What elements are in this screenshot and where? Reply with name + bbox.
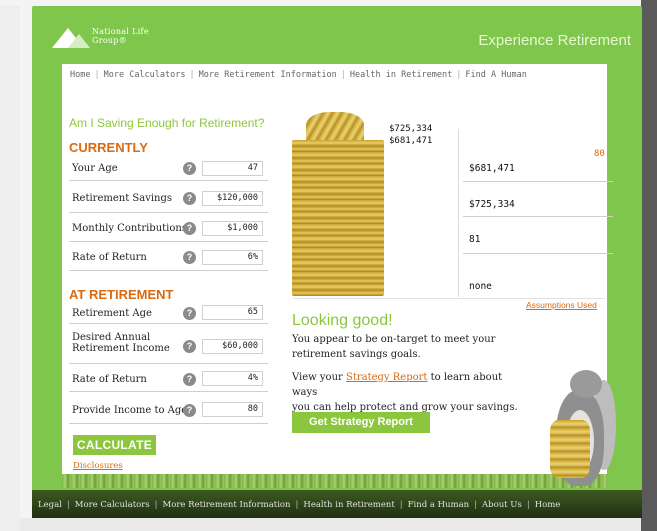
footer-sep: | — [399, 500, 403, 510]
message-line1: You appear to be on-target to meet your — [292, 334, 496, 345]
section-divider — [293, 298, 605, 299]
income-to-age-field[interactable]: 80 — [202, 402, 263, 417]
calculator-title: Am I Saving Enough for Retirement? — [69, 116, 265, 130]
row-desired-income: Desired Annual Retirement Income ? $60,0… — [69, 328, 268, 364]
rate-of-return-retire-label: Rate of Return — [72, 374, 147, 385]
coin-stack-graphic — [292, 112, 384, 296]
desired-income-field[interactable]: $60,000 — [202, 339, 263, 354]
retirement-savings-field[interactable]: $120,000 — [202, 191, 263, 206]
footer-health-in-retirement[interactable]: Health in Retirement — [303, 500, 394, 510]
result-divider — [463, 216, 613, 217]
footer-home[interactable]: Home — [535, 500, 561, 510]
row-income-to-age: Provide Income to Age ? 80 — [69, 396, 268, 424]
squirrel-head — [570, 370, 602, 398]
row-retirement-savings: Retirement Savings ? $120,000 — [69, 184, 268, 213]
row-retirement-age: Retirement Age ? 65 — [69, 302, 268, 324]
currently-heading: CURRENTLY — [69, 140, 148, 155]
result-value-2: $725,334 — [469, 199, 515, 210]
footer-legal[interactable]: Legal — [38, 500, 62, 510]
national-life-logo[interactable]: National Life Group® — [52, 24, 162, 50]
coin-stack-column — [292, 140, 384, 296]
footer-sep: | — [154, 500, 158, 510]
result-divider — [463, 181, 613, 182]
header-title: Experience Retirement — [478, 32, 631, 49]
nav-more-retirement-info[interactable]: More Retirement Information — [199, 70, 337, 80]
message-line2: retirement savings goals. — [292, 349, 421, 360]
your-age-field[interactable]: 47 — [202, 161, 263, 176]
assumptions-used-link[interactable]: Assumptions Used — [526, 300, 597, 310]
nav-sep: | — [94, 70, 100, 80]
footer-links: Legal | More Calculators | More Retirement I… — [38, 500, 638, 510]
help-icon[interactable]: ? — [183, 373, 196, 386]
result-value-1: $681,471 — [469, 163, 515, 174]
looking-good-title: Looking good! — [292, 312, 393, 329]
result-age-label: 80 — [594, 149, 605, 159]
row-your-age: Your Age ? 47 — [69, 157, 268, 181]
bottom-gray-margin — [20, 518, 641, 531]
rate-of-return-retire-field[interactable]: 4% — [202, 371, 263, 386]
monthly-contributions-field[interactable]: $1,000 — [202, 221, 263, 236]
top-nav: Home | More Calculators | More Retirement In… — [70, 70, 600, 80]
help-icon[interactable]: ? — [183, 192, 196, 205]
nav-health-in-retirement[interactable]: Health in Retirement — [350, 70, 452, 80]
retirement-age-label: Retirement Age — [72, 308, 152, 319]
footer-sep: | — [474, 500, 478, 510]
get-strategy-report-button[interactable]: Get Strategy Report — [292, 412, 430, 433]
message-line3: View your Strategy Report to learn about… — [292, 370, 522, 400]
right-dark-edge — [641, 0, 657, 531]
logo-line1: National Life — [92, 27, 149, 36]
retirement-savings-label: Retirement Savings — [72, 193, 173, 204]
calculate-button[interactable]: CALCULATE — [73, 435, 156, 455]
mountain-logo-icon-secondary — [68, 34, 90, 48]
help-icon[interactable]: ? — [183, 222, 196, 235]
squirrel-illustration — [520, 368, 616, 492]
message-line3-pre: View your — [292, 372, 346, 383]
help-icon[interactable]: ? — [183, 340, 196, 353]
looking-good-message: You appear to be on-target to meet your … — [292, 332, 522, 362]
results-panel — [458, 129, 614, 297]
desired-income-label: Desired Annual Retirement Income — [72, 332, 170, 354]
row-rate-of-return-retire: Rate of Return ? 4% — [69, 366, 268, 392]
footer-about-us[interactable]: About Us — [482, 500, 522, 510]
income-to-age-label: Provide Income to Age — [72, 405, 188, 416]
desired-income-label-line2: Retirement Income — [72, 343, 170, 354]
monthly-contributions-label: Monthly Contributions — [72, 223, 187, 234]
coin-label-top: $725,334 — [389, 124, 433, 134]
left-gray-margin — [0, 6, 20, 531]
coin-label-bottom: $681,471 — [389, 136, 433, 146]
disclosures-link[interactable]: Disclosures — [73, 461, 123, 471]
result-value-3: 81 — [469, 234, 481, 245]
footer-sep: | — [295, 500, 299, 510]
squirrel-coin-stack — [550, 420, 590, 478]
at-retirement-heading: AT RETIREMENT — [69, 287, 174, 302]
row-rate-of-return-current: Rate of Return ? 6% — [69, 243, 268, 271]
footer-more-calculators[interactable]: More Calculators — [75, 500, 150, 510]
strategy-report-link[interactable]: Strategy Report — [346, 372, 427, 383]
result-divider — [463, 253, 613, 254]
help-icon[interactable]: ? — [183, 251, 196, 264]
help-icon[interactable]: ? — [183, 404, 196, 417]
rate-of-return-field[interactable]: 6% — [202, 250, 263, 265]
nav-home[interactable]: Home — [70, 70, 90, 80]
nav-find-a-human[interactable]: Find A Human — [465, 70, 526, 80]
strategy-report-message: View your Strategy Report to learn about… — [292, 370, 522, 415]
nav-sep: | — [340, 70, 346, 80]
nav-sep: | — [189, 70, 195, 80]
nav-more-calculators[interactable]: More Calculators — [104, 70, 186, 80]
desired-income-label-line1: Desired Annual — [72, 332, 151, 343]
footer-more-retirement-info[interactable]: More Retirement Information — [163, 500, 291, 510]
help-icon[interactable]: ? — [183, 307, 196, 320]
row-monthly-contributions: Monthly Contributions ? $1,000 — [69, 214, 268, 242]
footer-sep: | — [66, 500, 70, 510]
result-value-4: none — [469, 281, 492, 292]
logo-line2: Group® — [92, 36, 128, 45]
logo-wordmark: National Life Group® — [92, 27, 149, 45]
rate-of-return-label: Rate of Return — [72, 252, 147, 263]
your-age-label: Your Age — [72, 163, 118, 174]
retirement-age-field[interactable]: 65 — [202, 305, 263, 320]
footer-sep: | — [526, 500, 530, 510]
nav-sep: | — [456, 70, 462, 80]
footer-find-a-human[interactable]: Find a Human — [408, 500, 470, 510]
help-icon[interactable]: ? — [183, 162, 196, 175]
